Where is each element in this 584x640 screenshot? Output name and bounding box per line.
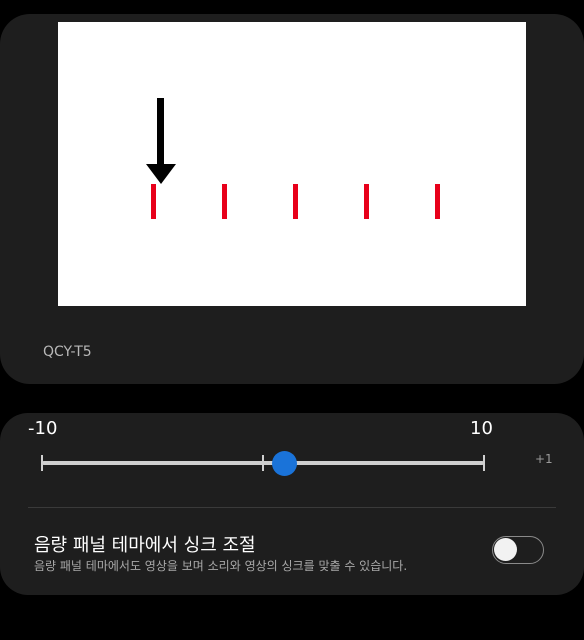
arrow-head-icon (146, 164, 176, 184)
sync-marker-1 (151, 184, 156, 219)
sync-marker-5 (435, 184, 440, 219)
sync-toggle-switch[interactable] (492, 536, 544, 564)
divider (28, 507, 556, 508)
sync-setting-description: 음량 패널 테마에서도 영상을 보며 소리와 영상의 싱크를 맞출 수 있습니다… (34, 559, 408, 573)
slider-max-label: 10 (470, 418, 493, 439)
sync-marker-2 (222, 184, 227, 219)
sync-preview-area (58, 22, 526, 306)
slider-min-label: -10 (28, 418, 58, 439)
sync-marker-4 (364, 184, 369, 219)
sync-slider-thumb[interactable] (272, 451, 297, 476)
toggle-knob (494, 538, 517, 561)
sync-setting-title: 음량 패널 테마에서 싱크 조절 (34, 535, 256, 556)
slider-tick-max (483, 455, 485, 471)
slider-tick-center (262, 455, 264, 471)
slider-tick-min (41, 455, 43, 471)
slider-current-value: +1 (535, 452, 553, 466)
sync-marker-3 (293, 184, 298, 219)
device-name: QCY-T5 (43, 344, 92, 360)
down-arrow-icon (157, 98, 164, 166)
